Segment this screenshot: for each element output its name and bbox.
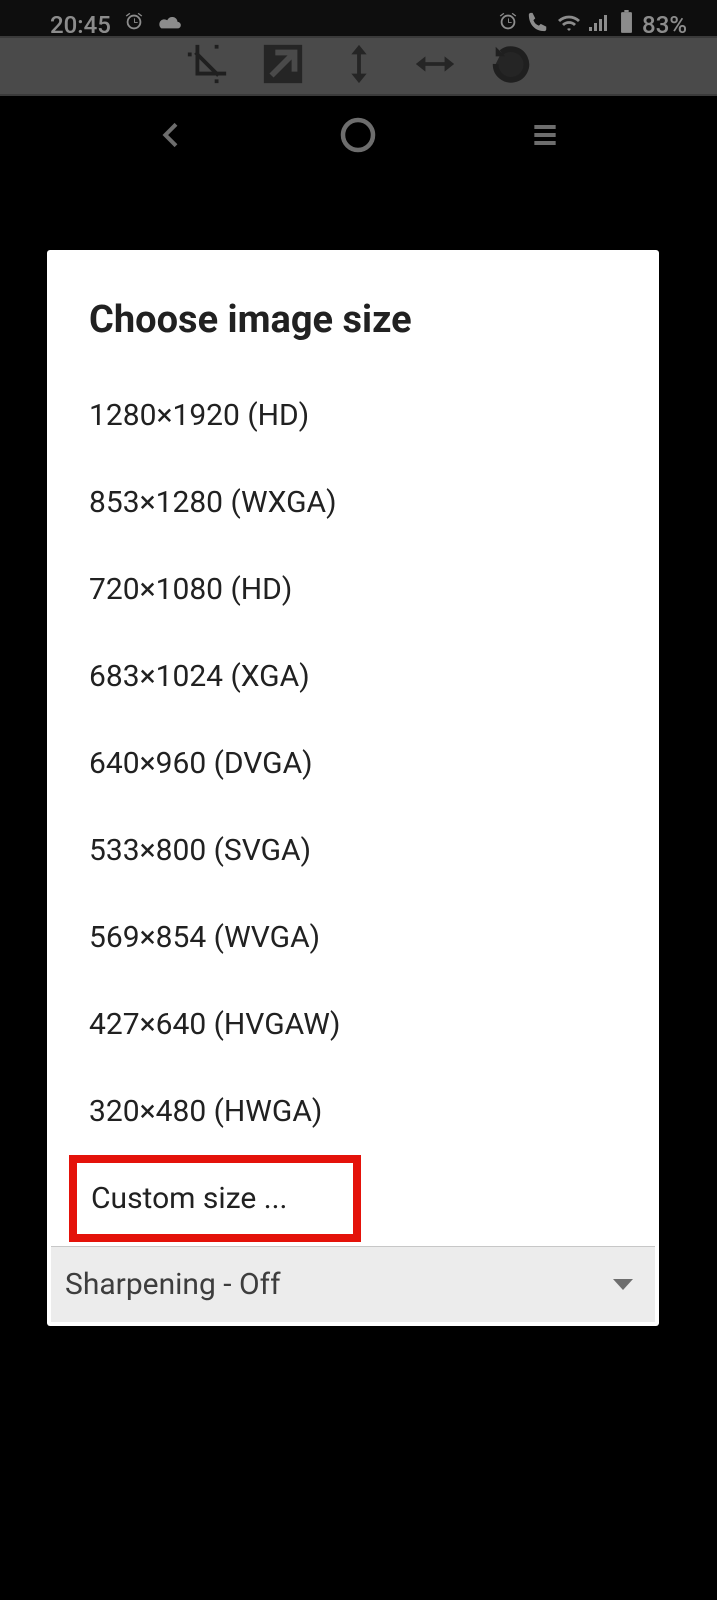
custom-size-label: Custom size ... bbox=[91, 1181, 287, 1216]
size-option[interactable]: 533×800 (SVGA) bbox=[47, 807, 659, 894]
chevron-down-icon bbox=[613, 1279, 633, 1290]
dialog-title: Choose image size bbox=[47, 250, 659, 372]
choose-size-dialog: Choose image size 1280×1920 (HD) 853×128… bbox=[47, 250, 659, 1326]
sharpening-label: Sharpening - Off bbox=[65, 1267, 281, 1302]
size-option[interactable]: 683×1024 (XGA) bbox=[47, 633, 659, 720]
sharpening-dropdown[interactable]: Sharpening - Off bbox=[51, 1246, 655, 1322]
size-option[interactable]: 569×854 (WVGA) bbox=[47, 894, 659, 981]
custom-size-option[interactable]: Custom size ... bbox=[69, 1155, 361, 1242]
size-option[interactable]: 427×640 (HVGAW) bbox=[47, 981, 659, 1068]
size-option[interactable]: 640×960 (DVGA) bbox=[47, 720, 659, 807]
size-option[interactable]: 320×480 (HWGA) bbox=[47, 1068, 659, 1155]
size-option[interactable]: 853×1280 (WXGA) bbox=[47, 459, 659, 546]
size-option[interactable]: 1280×1920 (HD) bbox=[47, 372, 659, 459]
size-option[interactable]: 720×1080 (HD) bbox=[47, 546, 659, 633]
